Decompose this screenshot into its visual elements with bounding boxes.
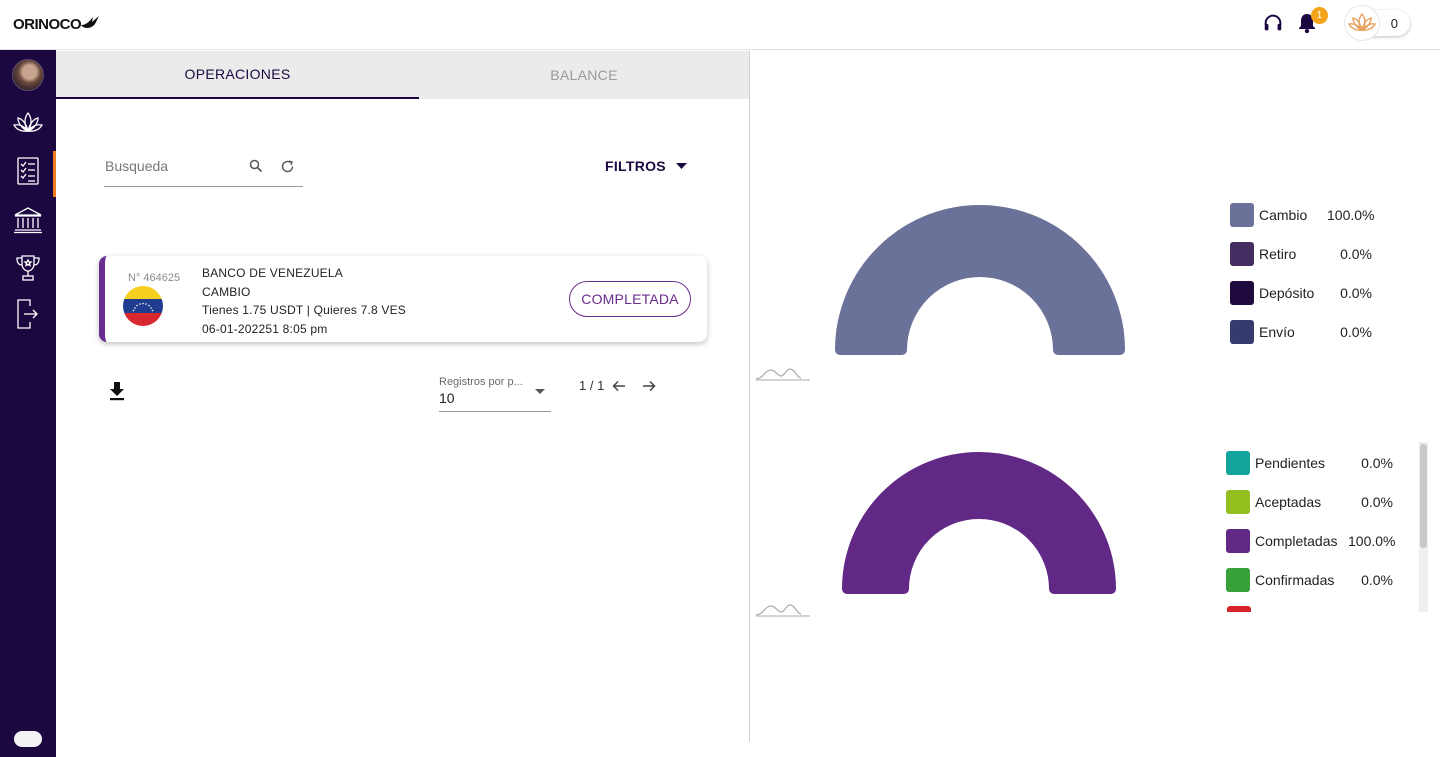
lotus-icon xyxy=(13,111,43,133)
caret-down-icon xyxy=(535,389,545,394)
sidebar-item-logout[interactable] xyxy=(0,294,56,334)
panel-divider xyxy=(749,51,750,742)
legend-item[interactable]: Aceptadas 0.0% xyxy=(1226,489,1393,514)
support-headset-icon[interactable] xyxy=(1260,10,1286,36)
notifications-bell-icon[interactable]: 1 xyxy=(1294,7,1328,36)
operation-type-gauge-chart xyxy=(835,205,1125,355)
sidebar-item-banks[interactable] xyxy=(0,200,56,240)
operation-type: CAMBIO xyxy=(202,284,251,299)
per-page-label: Registros por p... xyxy=(439,376,523,388)
per-page-select[interactable]: Registros por p... 10 xyxy=(439,376,551,412)
page-info: 1 / 1 xyxy=(579,378,605,393)
legend-swatch xyxy=(1230,202,1254,227)
arrow-right-icon[interactable] xyxy=(642,380,656,392)
legend-label: Depósito xyxy=(1259,284,1315,301)
legend-swatch xyxy=(1230,241,1254,266)
checklist-icon xyxy=(17,157,39,185)
sidebar-item-rewards[interactable] xyxy=(0,103,56,143)
legend-swatch xyxy=(1226,489,1250,514)
legend-swatch-hidden xyxy=(1227,606,1251,612)
chart-mini-icon xyxy=(755,604,810,617)
notification-badge: 1 xyxy=(1311,7,1328,24)
tab-balance[interactable]: BALANCE xyxy=(419,51,749,99)
operation-bank: BANCO DE VENEZUELA xyxy=(202,266,343,280)
legend-swatch xyxy=(1226,567,1250,592)
pagination: 1 / 1 xyxy=(579,378,656,393)
theme-toggle[interactable] xyxy=(14,731,42,747)
legend-swatch xyxy=(1230,319,1254,344)
brand-name: ORINOCO xyxy=(13,15,82,33)
gauge-segment-cambio[interactable] xyxy=(835,205,1125,355)
bank-icon xyxy=(14,207,42,234)
legend-percentage: 0.0% xyxy=(1361,493,1393,510)
venezuela-flag-icon xyxy=(123,286,163,326)
legend-swatch xyxy=(1226,450,1250,475)
legend-percentage: 0.0% xyxy=(1361,454,1393,471)
brand-logo[interactable]: ORINOCO xyxy=(13,13,101,35)
legend-percentage: 100.0% xyxy=(1348,532,1396,549)
legend-label: Envío xyxy=(1259,323,1295,340)
top-bar: ORINOCO 1 0 xyxy=(0,0,1440,50)
legend-swatch xyxy=(1226,528,1250,553)
gauge-segment-completadas[interactable] xyxy=(842,452,1116,594)
legend-label: Cambio xyxy=(1259,206,1308,223)
status-button[interactable]: COMPLETADA xyxy=(569,281,691,317)
legend-item[interactable]: Envío 0.0% xyxy=(1230,319,1372,344)
operation-number: N° 464625 xyxy=(128,272,181,284)
sidebar xyxy=(0,50,56,757)
legend-percentage: 100.0% xyxy=(1327,206,1375,223)
tab-bar: OPERACIONES BALANCE xyxy=(56,51,749,99)
download-icon[interactable] xyxy=(108,381,126,406)
legend-scrollbar[interactable] xyxy=(1419,442,1428,612)
operation-detail: Tienes 1.75 USDT | Quieres 7.8 VES xyxy=(202,303,407,317)
legend-percentage: 0.0% xyxy=(1340,245,1372,262)
refresh-icon[interactable] xyxy=(280,159,295,174)
legend-swatch xyxy=(1230,280,1254,305)
legend-item[interactable]: Cambio 100.0% xyxy=(1230,202,1375,227)
arrow-left-icon[interactable] xyxy=(612,380,626,392)
legend-label: Completadas xyxy=(1255,532,1338,549)
sidebar-item-trophies[interactable] xyxy=(0,248,56,288)
scrollbar-thumb[interactable] xyxy=(1420,444,1427,548)
operation-date: 06-01-202251 8:05 pm xyxy=(202,321,328,336)
points-widget[interactable]: 0 xyxy=(1344,5,1410,41)
legend-label: Retiro xyxy=(1259,245,1297,262)
legend-percentage: 0.0% xyxy=(1361,571,1393,588)
search-input[interactable] xyxy=(105,158,240,174)
legend-label: Confirmadas xyxy=(1255,571,1335,588)
search-field xyxy=(104,152,303,187)
logout-icon xyxy=(17,299,38,329)
search-icon[interactable] xyxy=(249,159,263,173)
legend-item[interactable]: Retiro 0.0% xyxy=(1230,241,1372,266)
legend-item[interactable]: Depósito 0.0% xyxy=(1230,280,1372,305)
lotus-points-icon xyxy=(1344,5,1380,41)
user-avatar[interactable] xyxy=(12,59,44,91)
operation-status-gauge-chart xyxy=(842,452,1116,594)
legend-item[interactable]: Confirmadas 0.0% xyxy=(1226,567,1393,592)
filters-label: FILTROS xyxy=(605,158,666,174)
chart-mini-icon xyxy=(755,368,810,381)
legend-label: Aceptadas xyxy=(1255,493,1322,510)
filters-button[interactable]: FILTROS xyxy=(605,158,687,174)
tab-operaciones[interactable]: OPERACIONES xyxy=(56,51,419,99)
caret-down-icon xyxy=(675,163,687,169)
legend-item[interactable]: Completadas 100.0% xyxy=(1226,528,1396,553)
legend-percentage: 0.0% xyxy=(1340,284,1372,301)
operation-card[interactable]: N° 464625 BANCO DE VENEZUELA CAMBIO Tien… xyxy=(99,256,707,342)
legend-percentage: 0.0% xyxy=(1340,323,1372,340)
legend-item[interactable]: Pendientes 0.0% xyxy=(1226,450,1393,475)
bird-icon xyxy=(81,16,100,28)
trophy-icon xyxy=(16,255,40,281)
legend-label: Pendientes xyxy=(1255,454,1326,471)
sidebar-item-operations[interactable] xyxy=(0,151,56,197)
